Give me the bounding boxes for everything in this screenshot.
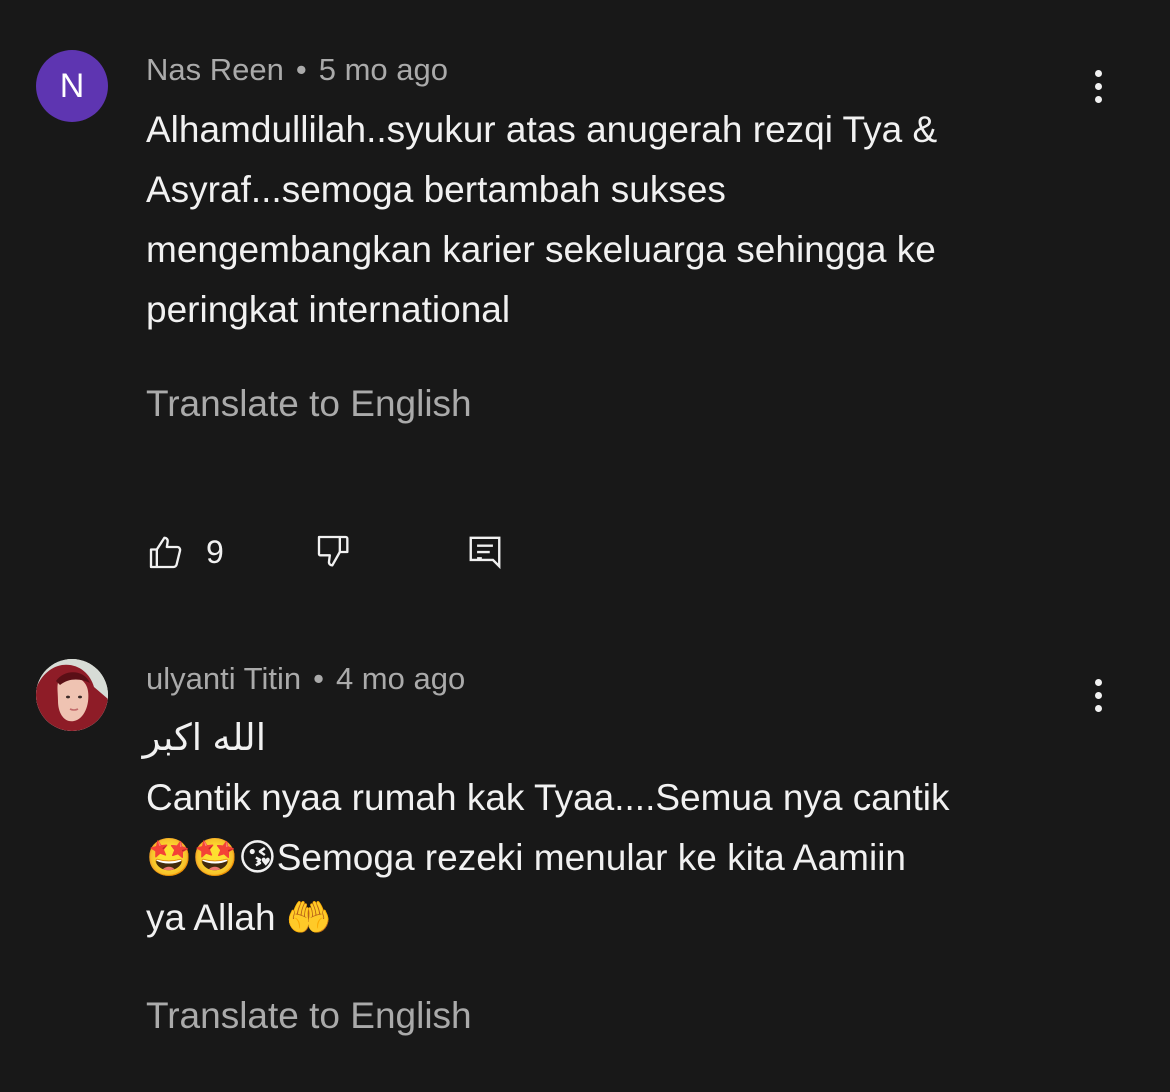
comment-text-line: ya Allah 🤲 [146, 897, 332, 938]
dislike-button[interactable] [314, 530, 354, 574]
reply-button[interactable] [466, 530, 504, 574]
profile-photo [36, 659, 108, 731]
avatar[interactable]: N [36, 50, 108, 122]
comment-header: ulyanti Titin • 4 mo ago [146, 661, 465, 697]
like-button[interactable]: 9 [146, 530, 224, 574]
thumbs-down-icon [314, 532, 354, 572]
more-vertical-icon [1094, 678, 1102, 686]
reply-comment-icon [466, 532, 504, 572]
like-count: 9 [206, 533, 224, 570]
comment-text-line: peringkat international [146, 289, 511, 330]
author-name[interactable]: Nas Reen [146, 52, 284, 87]
comment-text-line: Alhamdullilah..syukur atas anugerah rezq… [146, 109, 938, 150]
more-vertical-icon [1094, 69, 1102, 77]
comment-header: Nas Reen • 5 mo ago [146, 52, 448, 88]
comment-actions: 9 [146, 530, 546, 574]
translate-button[interactable]: Translate to English [146, 383, 472, 425]
comment-text: الله اكبر Cantik nyaa rumah kak Tyaa....… [142, 708, 1086, 948]
comment-text-line: 🤩🤩😘Semoga rezeki menular ke kita Aamiin [146, 837, 906, 878]
avatar[interactable] [36, 659, 108, 731]
thumbs-up-icon [146, 532, 186, 572]
comment-text-line: الله اكبر [142, 717, 266, 758]
separator-dot: • [295, 52, 307, 87]
comment-time: 5 mo ago [318, 52, 448, 87]
comment-text-line: Cantik nyaa rumah kak Tyaa....Semua nya … [146, 777, 950, 818]
separator-dot: • [313, 661, 324, 696]
comment-text-line: mengembangkan karier sekeluarga sehingga… [146, 229, 936, 270]
comment-text-line: Asyraf...semoga bertambah sukses [146, 169, 726, 210]
translate-button[interactable]: Translate to English [146, 995, 472, 1037]
comment-time: 4 mo ago [335, 661, 466, 696]
comment-text: Alhamdullilah..syukur atas anugerah rezq… [146, 100, 1086, 340]
author-name[interactable]: ulyanti Titin [146, 661, 301, 696]
